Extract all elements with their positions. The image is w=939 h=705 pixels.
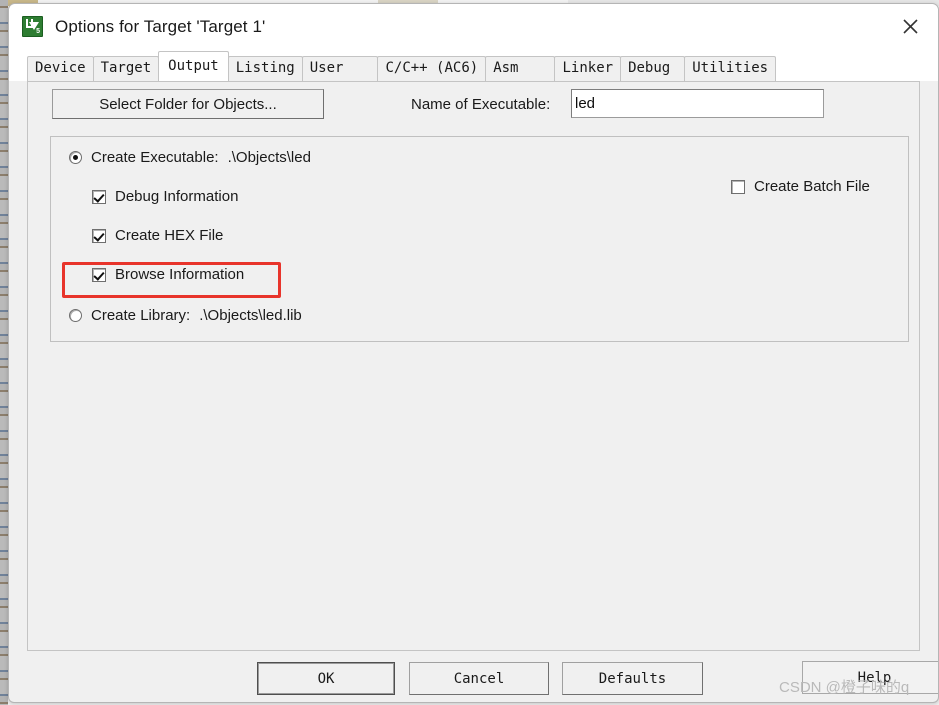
close-icon[interactable] (882, 4, 938, 48)
output-options-groupbox: Create Executable: .\Objects\led Debug I… (50, 136, 909, 342)
create-library-label: Create Library: (91, 307, 191, 324)
tab-strip: Device Target Output Listing User C/C++ … (9, 49, 938, 81)
browse-information-label: Browse Information (115, 266, 245, 283)
tab-target[interactable]: Target (92, 56, 160, 81)
create-executable-path: .\Objects\led (227, 149, 311, 166)
help-button[interactable]: Help (802, 661, 938, 694)
create-hex-file-checkbox[interactable] (92, 228, 106, 243)
create-executable-radio[interactable] (69, 151, 82, 164)
options-for-target-dialog: 5 Options for Target 'Target 1' Device T… (8, 3, 939, 703)
uvision-logo-icon: 5 (22, 16, 43, 37)
name-of-executable-label: Name of Executable: (411, 96, 551, 113)
cancel-button[interactable]: Cancel (409, 662, 549, 695)
tab-asm[interactable]: Asm (485, 56, 556, 81)
select-folder-for-objects-button[interactable]: Select Folder for Objects... (52, 89, 324, 119)
defaults-button[interactable]: Defaults (562, 662, 703, 695)
name-of-executable-input[interactable] (571, 89, 824, 118)
tab-device[interactable]: Device (27, 56, 94, 81)
background-left-strip (0, 0, 8, 705)
uvision-icon-5-glyph: 5 (36, 28, 40, 35)
tab-listing[interactable]: Listing (227, 56, 303, 81)
tab-output[interactable]: Output (158, 51, 229, 81)
browse-information-row[interactable]: Browse Information (92, 266, 244, 283)
create-library-radio[interactable] (69, 309, 82, 322)
create-executable-radio-row[interactable]: Create Executable: .\Objects\led (69, 149, 311, 166)
create-batch-file-label: Create Batch File (754, 178, 870, 195)
tab-linker[interactable]: Linker (554, 56, 622, 81)
create-hex-file-label: Create HEX File (115, 227, 224, 244)
window-title: Options for Target 'Target 1' (55, 16, 266, 36)
create-library-radio-row[interactable]: Create Library: .\Objects\led.lib (69, 307, 302, 324)
create-hex-file-row[interactable]: Create HEX File (92, 227, 223, 244)
create-batch-file-checkbox[interactable] (731, 179, 745, 194)
debug-information-row[interactable]: Debug Information (92, 188, 238, 205)
debug-information-label: Debug Information (115, 188, 239, 205)
tab-cpp-ac6[interactable]: C/C++ (AC6) (377, 56, 487, 81)
output-tab-panel: Select Folder for Objects... Name of Exe… (27, 81, 920, 651)
ok-button[interactable]: OK (257, 662, 395, 695)
tab-user[interactable]: User (301, 56, 379, 81)
debug-information-checkbox[interactable] (92, 189, 106, 204)
browse-information-checkbox[interactable] (92, 267, 106, 282)
tab-debug[interactable]: Debug (620, 56, 686, 81)
create-batch-file-row[interactable]: Create Batch File (731, 178, 870, 195)
create-library-path: .\Objects\led.lib (199, 307, 302, 324)
create-executable-label: Create Executable: (91, 149, 219, 166)
tab-utilities[interactable]: Utilities (684, 56, 777, 81)
title-bar: 5 Options for Target 'Target 1' (9, 4, 938, 49)
